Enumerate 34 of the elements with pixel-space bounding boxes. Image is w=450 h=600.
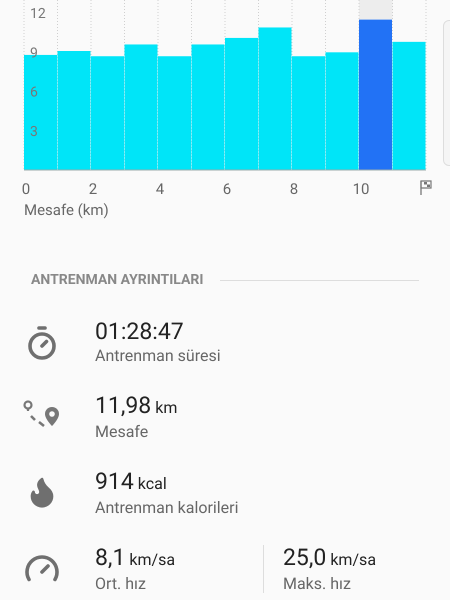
y-tick-label: 12 (30, 6, 46, 22)
chart-bar[interactable] (392, 42, 426, 170)
stat-label: Ort. hız (95, 575, 147, 593)
x-tick-label: 4 (156, 180, 164, 198)
chart-bar[interactable] (124, 44, 158, 170)
x-axis-title: Mesafe (km) (24, 200, 109, 220)
x-tick-label: 6 (222, 180, 232, 198)
x-tick-label: 0 (22, 180, 30, 198)
stat-value: 11,98 km (95, 393, 178, 421)
chart-bar[interactable] (225, 38, 258, 170)
chart-bar[interactable] (326, 52, 358, 170)
chart-bar[interactable] (158, 56, 191, 170)
stat-value: 8,1 km/sa (95, 545, 176, 573)
chart-bar[interactable] (58, 51, 90, 170)
section-title: ANTRENMAN AYRINTILARI (31, 271, 204, 290)
x-tick-label: 10 (352, 180, 370, 198)
x-tick-label: 2 (88, 180, 98, 198)
chart-bar[interactable] (192, 44, 224, 170)
stat-value: 01:28:47 (95, 319, 185, 345)
stat-label: Maks. hız (283, 575, 352, 593)
stat-label: Antrenman kalorileri (95, 499, 240, 517)
stat-label: Mesafe (95, 423, 150, 441)
chart-bar[interactable] (292, 56, 325, 170)
x-tick-label: 8 (290, 180, 298, 198)
stat-value: 914 kcal (95, 469, 168, 497)
y-tick-label: 6 (30, 84, 38, 101)
chart-bar[interactable] (91, 56, 124, 170)
stat-value: 25,0 km/sa (283, 545, 376, 573)
finish-flag-icon (420, 180, 432, 195)
selected-column-highlight (359, 0, 392, 20)
chart-bar[interactable] (258, 27, 292, 170)
chart-bar[interactable] (359, 20, 392, 170)
stat-label: Antrenman süresi (95, 347, 222, 365)
y-tick-label: 3 (30, 124, 38, 140)
